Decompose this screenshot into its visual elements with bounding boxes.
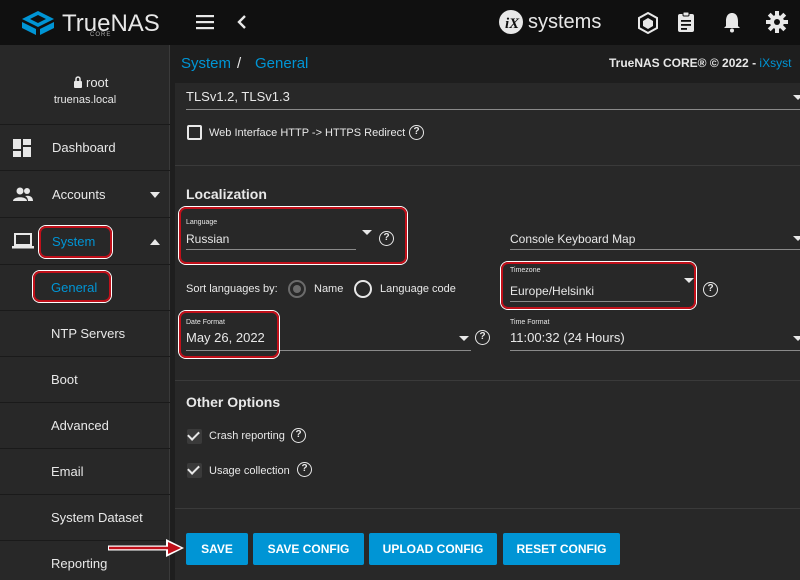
sidebar-subitem-general[interactable]: General	[0, 265, 170, 311]
user-info: root truenas.local	[0, 45, 170, 125]
gear-icon[interactable]	[766, 11, 788, 33]
svg-text:iX: iX	[505, 16, 520, 32]
chevron-down-icon[interactable]	[793, 95, 800, 100]
upload-config-button[interactable]: UPLOAD CONFIG	[369, 533, 497, 565]
hostname: truenas.local	[53, 94, 117, 106]
console-keyboard-map-underline	[510, 249, 800, 250]
sidebar: root truenas.local Dashboard Accounts Sy…	[0, 45, 170, 580]
save-config-button[interactable]: SAVE CONFIG	[253, 533, 364, 565]
truenas-logo-icon	[22, 11, 54, 35]
help-icon[interactable]: ?	[409, 125, 424, 140]
timezone-underline	[510, 301, 680, 302]
sidebar-subitem-label: NTP Servers	[51, 326, 126, 341]
time-format-select[interactable]: 11:00:32 (24 Hours)	[510, 330, 625, 345]
chevron-down-icon[interactable]	[459, 336, 469, 341]
bell-icon[interactable]	[723, 11, 741, 33]
help-icon[interactable]: ?	[703, 282, 718, 297]
sidebar-item-label: System	[52, 234, 96, 249]
sidebar-subitem-advanced[interactable]: Advanced	[0, 403, 170, 449]
sidebar-item-accounts[interactable]: Accounts	[0, 172, 170, 218]
help-icon[interactable]: ?	[297, 462, 312, 477]
ixsystems-link[interactable]: iXsyst	[759, 56, 791, 70]
breadcrumb-general[interactable]: General	[255, 55, 308, 72]
sidebar-subitem-label: Reporting	[51, 556, 108, 571]
chevron-down-icon[interactable]	[684, 278, 694, 283]
general-settings-form: TLSv1.2, TLSv1.3 Web Interface HTTP -> H…	[175, 83, 800, 580]
ixsystems-logo-icon: iX	[499, 10, 523, 34]
copyright-text: TrueNAS CORE® © 2022 - iXsyst	[609, 56, 791, 70]
username: root	[86, 75, 109, 90]
divider	[175, 380, 800, 381]
tls-protocols-underline	[186, 109, 800, 110]
sidebar-subitem-label: Boot	[51, 372, 78, 387]
sidebar-subitem-email[interactable]: Email	[0, 449, 170, 495]
crash-reporting-label: Crash reporting	[209, 430, 285, 442]
crash-reporting-checkbox[interactable]	[187, 429, 202, 444]
https-redirect-label: Web Interface HTTP -> HTTPS Redirect	[209, 127, 406, 139]
help-icon[interactable]: ?	[291, 428, 306, 443]
annotation-arrow	[108, 539, 184, 557]
dashboard-icon	[13, 139, 31, 157]
date-format-select[interactable]: May 26, 2022	[186, 330, 265, 345]
breadcrumb-system[interactable]: System	[181, 55, 231, 72]
sort-languages-label: Sort languages by:	[186, 283, 278, 295]
timezone-select[interactable]: Europe/Helsinki	[510, 284, 594, 298]
sort-by-name-radio[interactable]	[288, 280, 306, 298]
usage-collection-checkbox[interactable]	[187, 463, 202, 478]
accounts-icon	[13, 187, 33, 201]
vendor-name: systems	[528, 11, 602, 33]
divider	[175, 165, 800, 166]
console-keyboard-map-select[interactable]: Console Keyboard Map	[510, 232, 635, 246]
chevron-down-icon	[150, 192, 160, 198]
other-options-title: Other Options	[186, 394, 281, 410]
save-button[interactable]: SAVE	[186, 533, 248, 565]
sidebar-subitem-ntp-servers[interactable]: NTP Servers	[0, 311, 170, 357]
sort-by-code-label: Language code	[380, 283, 456, 295]
divider	[175, 508, 800, 509]
breadcrumb-separator: /	[237, 55, 242, 72]
sidebar-subitem-label: System Dataset	[51, 510, 143, 525]
copyright-label: TrueNAS CORE® © 2022 -	[609, 56, 760, 70]
chevron-left-icon[interactable]	[236, 14, 248, 30]
top-bar: TrueNAS CORE iX systems	[0, 0, 800, 45]
timezone-label: Timezone	[510, 267, 541, 274]
menu-icon[interactable]	[196, 14, 214, 30]
time-format-label: Time Format	[510, 319, 550, 326]
help-icon[interactable]: ?	[475, 330, 490, 345]
chevron-down-icon[interactable]	[793, 236, 800, 241]
date-format-underline	[186, 350, 471, 351]
sidebar-subitem-boot[interactable]: Boot	[0, 357, 170, 403]
chevron-up-icon	[150, 239, 160, 245]
tls-protocols-value[interactable]: TLSv1.2, TLSv1.3	[186, 89, 290, 104]
sort-by-name-label: Name	[314, 283, 344, 295]
sort-by-code-radio[interactable]	[354, 280, 372, 298]
sidebar-item-label: Accounts	[52, 187, 106, 202]
https-redirect-checkbox[interactable]	[187, 125, 202, 140]
lock-icon	[74, 76, 82, 88]
help-icon[interactable]: ?	[379, 231, 394, 246]
laptop-icon	[12, 233, 34, 249]
language-select[interactable]: Russian	[186, 232, 229, 246]
breadcrumb: System / General TrueNAS CORE® © 2022 - …	[171, 45, 800, 83]
sidebar-item-label: Dashboard	[52, 140, 116, 155]
reset-config-button[interactable]: RESET CONFIG	[503, 533, 620, 565]
localization-title: Localization	[186, 186, 267, 202]
sidebar-subitem-system-dataset[interactable]: System Dataset	[0, 495, 170, 541]
date-format-label: Date Format	[186, 319, 225, 326]
sidebar-subitem-label: General	[51, 280, 98, 295]
time-format-underline	[510, 350, 800, 351]
truecommand-icon[interactable]	[638, 12, 658, 34]
sidebar-item-dashboard[interactable]: Dashboard	[0, 125, 170, 171]
chevron-down-icon[interactable]	[362, 230, 372, 235]
clipboard-icon[interactable]	[677, 11, 695, 33]
chevron-down-icon[interactable]	[793, 336, 800, 341]
language-underline	[186, 249, 356, 250]
language-label: Language	[186, 219, 218, 226]
sidebar-subitem-label: Email	[51, 464, 84, 479]
truenas-logo[interactable]: TrueNAS CORE	[20, 9, 170, 39]
sidebar-item-system[interactable]: System	[0, 219, 170, 265]
usage-collection-label: Usage collection	[209, 465, 290, 477]
edition-label: CORE	[90, 32, 112, 38]
sidebar-subitem-label: Advanced	[51, 418, 109, 433]
